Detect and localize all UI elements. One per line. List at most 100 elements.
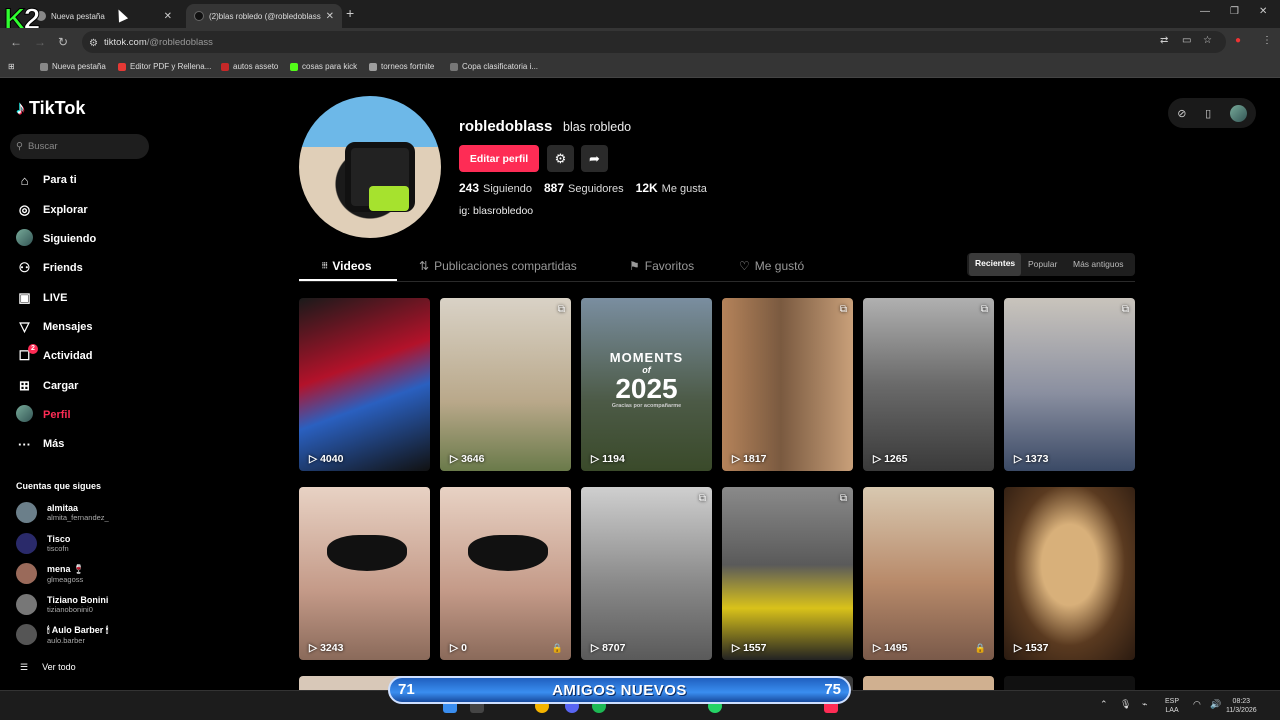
view-count: ▷ 1265 — [873, 453, 908, 465]
video-thumbnail[interactable]: ⧉ ▷ 3646 — [440, 298, 571, 471]
window-close-icon[interactable]: ✕ — [1259, 6, 1267, 17]
browser-tab-strip: Nueva pestaña ✕ (2)blas robledo (@robled… — [0, 0, 1280, 28]
see-all-link[interactable]: ☰ Ver todo — [20, 662, 76, 673]
sidebar-item-cargar[interactable]: ⊞ Cargar — [16, 376, 78, 396]
search-icon: ⚲ — [16, 141, 23, 152]
sidebar-item-live[interactable]: ▣ LIVE — [16, 288, 67, 308]
language-indicator[interactable]: ESP LAA — [1165, 697, 1179, 715]
video-thumbnail[interactable]: 🔒 ▷ 0 — [440, 487, 571, 660]
bookmark-item[interactable]: Editor PDF y Rellena... — [118, 62, 211, 71]
video-thumbnail[interactable]: ▷ 4040 — [299, 298, 430, 471]
new-tab-button[interactable]: + — [346, 5, 354, 21]
bookmark-item[interactable]: torneos fortnite — [369, 62, 434, 71]
sidebar-item-mensajes[interactable]: ▽ Mensajes — [16, 317, 93, 337]
tab-tiktok[interactable]: (2)blas robledo (@robledoblass ✕ — [186, 4, 342, 28]
following-account[interactable]: Tiziano Bonini tizianobonini0 — [16, 593, 108, 615]
translate-icon[interactable]: ⇄ — [1160, 35, 1168, 46]
video-thumbnail[interactable]: ⧉ ▷ 1817 — [722, 298, 853, 471]
profile-avatar[interactable] — [299, 96, 441, 238]
video-thumbnail[interactable] — [863, 676, 994, 690]
kebab-menu-icon[interactable]: ⋮ — [1262, 35, 1272, 46]
sidebar-item-m-s[interactable]: ··· Más — [16, 434, 64, 454]
address-bar-row: ← → ↻ ⚙ tiktok.com/@robledoblass ⇄ ▭ ☆ ●… — [0, 28, 1280, 56]
likes-stat: 12K Me gusta — [635, 181, 707, 195]
fortnite-icon — [369, 62, 377, 71]
sidebar-item-friends[interactable]: ⚇ Friends — [16, 258, 83, 278]
bookmark-item[interactable]: cosas para kick — [290, 62, 357, 71]
sidebar-item-siguiendo[interactable]: Siguiendo — [16, 229, 96, 249]
mask-graphic — [327, 535, 407, 571]
bookmark-item[interactable]: Nueva pestaña — [40, 62, 106, 71]
volume-icon[interactable]: 🔊 — [1210, 700, 1221, 709]
avatar[interactable] — [1229, 104, 1247, 122]
network-icon[interactable]: ⌁ — [1142, 700, 1147, 709]
phone-icon[interactable]: ▯ — [1205, 107, 1211, 120]
view-count: ▷ 4040 — [309, 453, 344, 465]
tiktok-note-icon: ♪ — [16, 98, 25, 118]
following-account[interactable]: 🕯 Aulo Barber 🕯 aulo.barber — [16, 624, 108, 645]
tab-videos[interactable]: ⦙⦙⦙ Videos — [322, 259, 372, 273]
close-icon[interactable]: ✕ — [326, 11, 334, 22]
following-account[interactable]: almitaa almita_fernandez_ — [16, 502, 109, 523]
video-thumbnail[interactable]: ⧉ ▷ 8707 — [581, 487, 712, 660]
video-thumbnail[interactable]: ▷ 3243 — [299, 487, 430, 660]
settings-button[interactable]: ⚙ — [547, 145, 574, 172]
page-icon — [40, 62, 48, 71]
tab-favorites[interactable]: ⚑ Favoritos — [629, 259, 694, 273]
video-thumbnail[interactable]: ▷ 1537 — [1004, 487, 1135, 660]
sidebar-item-para-ti[interactable]: ⌂ Para ti — [16, 170, 77, 190]
tiktok-logo[interactable]: ♪ TikTok — [16, 98, 85, 119]
site-info-icon[interactable]: ⚙ — [89, 38, 98, 49]
sort-popular[interactable]: Popular — [1028, 259, 1057, 269]
video-thumbnail[interactable]: ⧉ ▷ 1557 — [722, 487, 853, 660]
view-count: ▷ 3646 — [450, 453, 485, 465]
wifi-icon[interactable]: ◠ — [1193, 700, 1201, 709]
bookmark-icon: ⚑ — [629, 259, 640, 273]
search-input[interactable]: ⚲ Buscar — [10, 134, 149, 159]
following-stat[interactable]: 243 Siguiendo — [459, 181, 532, 195]
coin-icon[interactable]: ⊘ — [1177, 107, 1186, 120]
following-account[interactable]: mena 🍷 glmeagoss — [16, 563, 84, 584]
play-icon: ▷ — [309, 453, 318, 465]
video-thumbnail[interactable]: ⧉ ▷ 1265 — [863, 298, 994, 471]
apps-icon[interactable]: ⊞ — [8, 62, 15, 71]
bookmark-item[interactable]: Copa clasificatoria i... — [450, 62, 538, 71]
mic-icon[interactable]: 🎙 — [1120, 700, 1131, 709]
sidebar-item-label: Explorar — [43, 204, 88, 216]
sidebar-item-actividad[interactable]: ☐ 2 Actividad — [16, 344, 93, 366]
edit-profile-button[interactable]: Editar perfil — [459, 145, 539, 172]
close-icon[interactable]: ✕ — [164, 11, 172, 22]
bookmark-item[interactable]: autos asseto — [221, 62, 278, 71]
tab-reposts[interactable]: ⇅ Publicaciones compartidas — [419, 259, 577, 273]
top-right-tools: ⊘ ▯ — [1168, 98, 1256, 128]
chevron-up-icon[interactable]: ⌃ — [1100, 700, 1108, 709]
forward-icon[interactable]: → — [34, 35, 46, 49]
following-account[interactable]: Tisco tiscofn — [16, 532, 70, 554]
back-icon[interactable]: ← — [10, 35, 22, 49]
sort-recent[interactable]: Recientes — [969, 253, 1022, 276]
clock[interactable]: 08:23 11/3/2026 — [1226, 697, 1257, 715]
tab-liked[interactable]: ♡ Me gustó — [739, 259, 804, 273]
sidebar-item-perfil[interactable]: Perfil — [16, 405, 71, 425]
video-thumbnail[interactable]: 🔒 ▷ 1495 — [863, 487, 994, 660]
mask-graphic — [468, 535, 548, 571]
sidebar-item-label: Para ti — [43, 174, 77, 186]
video-thumbnail[interactable]: ⧉ ▷ 1373 — [1004, 298, 1135, 471]
url-field[interactable]: ⚙ tiktok.com/@robledoblass — [82, 31, 1226, 53]
share-button[interactable]: ➦ — [581, 145, 608, 172]
restore-icon[interactable]: ❐ — [1230, 6, 1239, 17]
sidebar-item-explorar[interactable]: ◎ Explorar — [16, 200, 88, 220]
avatar — [16, 593, 37, 615]
sort-oldest[interactable]: Más antiguos — [1073, 259, 1124, 269]
gear-icon: ⚙ — [554, 150, 567, 166]
minimize-icon[interactable]: — — [1200, 6, 1210, 17]
tiktok-sidebar: ♪ TikTok ⚲ Buscar ⌂ Para ti ◎ Explorar Siguien… — [0, 80, 160, 690]
cast-icon[interactable]: ▭ — [1182, 35, 1191, 46]
video-thumbnail[interactable]: MOMENTS of 2025 Gracias por acompañarme ▷ 119… — [581, 298, 712, 471]
video-thumbnail[interactable] — [1004, 676, 1135, 690]
profile-icon[interactable]: ● — [1235, 35, 1241, 46]
followers-stat[interactable]: 887 Seguidores — [544, 181, 624, 195]
reload-icon[interactable]: ↻ — [58, 35, 68, 49]
sidebar-item-label: Más — [43, 438, 65, 450]
star-icon[interactable]: ☆ — [1203, 35, 1212, 46]
